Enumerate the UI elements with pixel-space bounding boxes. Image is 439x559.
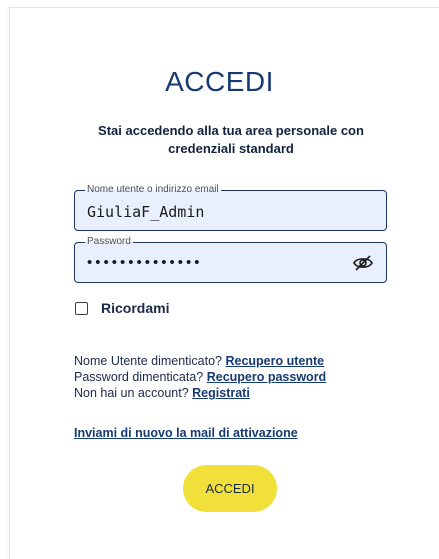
recover-user-link[interactable]: Recupero utente [225,354,324,368]
login-subtitle: Stai accedendo alla tua area personale c… [98,123,364,156]
username-field-label: Nome utente o indirizzo email [85,183,221,196]
resend-activation-link[interactable]: Inviami di nuovo la mail di attivazione [74,426,298,440]
no-account-text: Non hai un account? [74,386,189,400]
eye-slash-icon[interactable] [352,254,374,272]
remember-me[interactable]: Ricordami [75,300,169,316]
recover-password-link[interactable]: Recupero password [207,370,326,384]
remember-checkbox[interactable] [75,301,88,315]
username-value[interactable]: GiuliaF_Admin [87,203,204,221]
forgot-user-text: Nome Utente dimenticato? [74,354,222,368]
username-field[interactable]: Nome utente o indirizzo email GiuliaF_Ad… [74,183,387,231]
page-title: ACCEDI [165,66,274,97]
help-links: Nome Utente dimenticato? Recupero utente… [74,353,326,401]
login-submit-button[interactable]: ACCEDI [183,465,277,512]
password-value[interactable]: •••••••••••••• [87,254,203,271]
password-field-label: Password [85,235,133,248]
forgot-password-text: Password dimenticata? [74,370,204,384]
password-field[interactable]: Password •••••••••••••• [74,235,387,283]
remember-label[interactable]: Ricordami [101,300,169,316]
register-link[interactable]: Registrati [192,386,250,400]
